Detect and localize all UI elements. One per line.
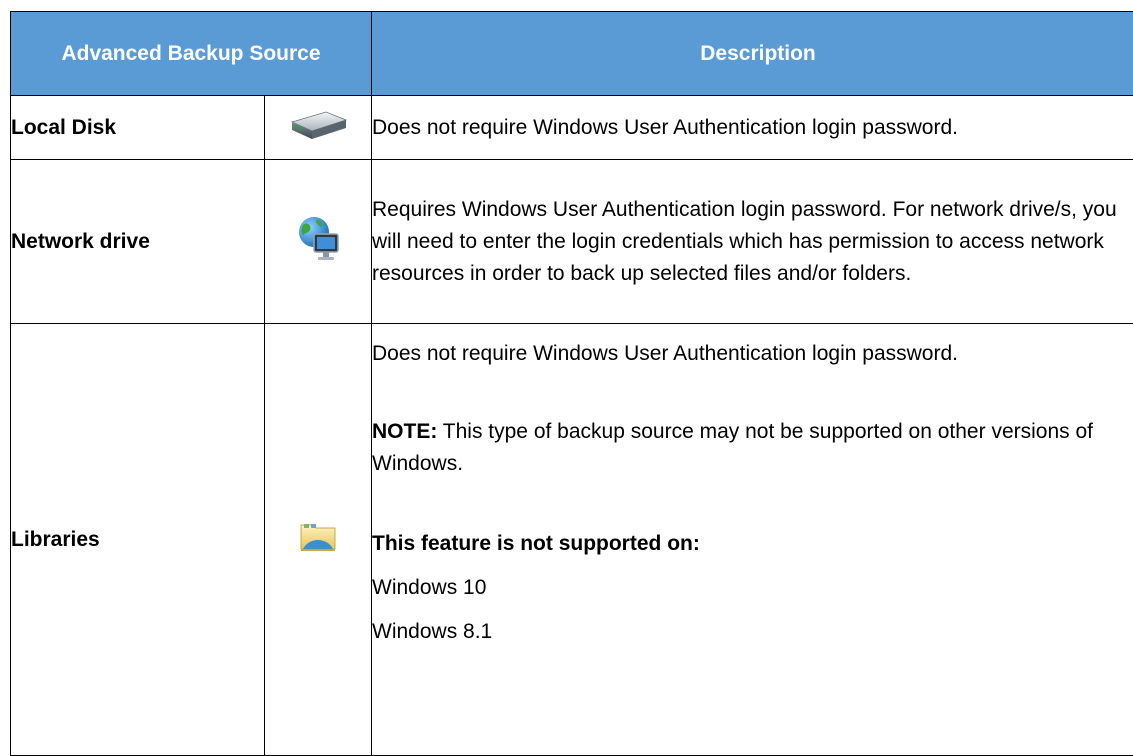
row-description: Requires Windows User Authentication log… <box>372 160 1133 324</box>
row-name-libraries: Libraries <box>11 324 265 756</box>
unsupported-title: This feature is not supported on: <box>372 528 1133 560</box>
unsupported-os-item: Windows 10 <box>372 572 1133 604</box>
unsupported-os-item: Windows 8.1 <box>372 616 1133 648</box>
note-label: NOTE: <box>372 420 437 443</box>
row-description: Does not require Windows User Authentica… <box>372 96 1133 160</box>
table-row: Network drive <box>11 160 1133 324</box>
note-text: This type of backup source may not be su… <box>372 420 1093 475</box>
header-description: Description <box>372 12 1133 96</box>
table-row: Libraries <box>11 324 1133 756</box>
libraries-description: Does not require Windows User Authentica… <box>372 338 1133 370</box>
libraries-note: NOTE: This type of backup source may not… <box>372 416 1133 480</box>
header-advanced-backup-source: Advanced Backup Source <box>11 12 372 96</box>
network-globe-icon <box>294 214 342 269</box>
row-name-network-drive: Network drive <box>11 160 265 324</box>
row-icon-cell <box>265 96 372 160</box>
row-icon-cell <box>265 160 372 324</box>
row-description: Does not require Windows User Authentica… <box>372 324 1133 756</box>
backup-source-table: Advanced Backup Source Description Local… <box>10 11 1133 756</box>
table-header-row: Advanced Backup Source Description <box>11 12 1133 96</box>
hard-drive-icon <box>286 108 350 147</box>
library-folder-icon <box>299 521 337 558</box>
row-icon-cell <box>265 324 372 756</box>
row-name-local-disk: Local Disk <box>11 96 265 160</box>
table-row: Local Disk <box>11 96 1133 160</box>
